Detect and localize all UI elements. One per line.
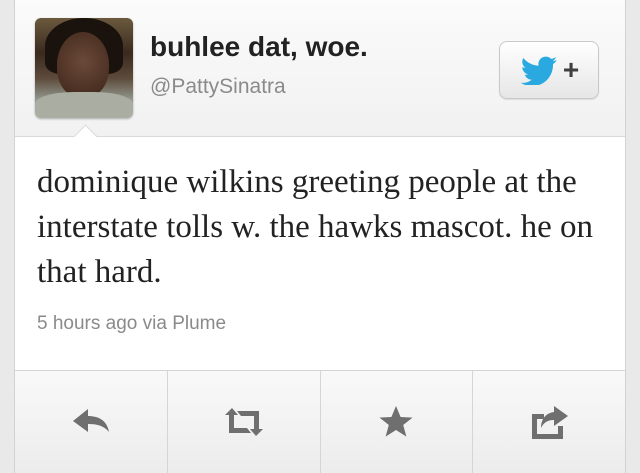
follow-plus-label: + [562, 54, 580, 85]
retweet-icon [224, 408, 263, 436]
twitter-bird-icon [520, 56, 557, 85]
avatar-shirt [35, 92, 133, 118]
user-display-name[interactable]: buhlee dat, woe. [150, 31, 368, 63]
tweet-text: dominique wilkins greeting people at the… [37, 164, 593, 290]
user-handle[interactable]: @PattySinatra [150, 75, 286, 99]
share-button[interactable] [473, 371, 625, 473]
action-bar [15, 370, 625, 473]
follow-button[interactable]: + [499, 41, 599, 99]
avatar[interactable] [35, 18, 133, 118]
tweet-header: buhlee dat, woe. @PattySinatra + [15, 0, 625, 137]
tweet-card: buhlee dat, woe. @PattySinatra + dominiq… [14, 0, 626, 473]
reply-button[interactable] [15, 371, 168, 473]
tweet-meta[interactable]: 5 hours ago via Plume [37, 313, 226, 335]
reply-arrow-icon [72, 409, 109, 432]
retweet-button[interactable] [168, 371, 321, 473]
avatar-face [57, 32, 109, 98]
favorite-button[interactable] [321, 371, 474, 473]
share-icon [532, 406, 569, 439]
star-icon [379, 406, 413, 437]
